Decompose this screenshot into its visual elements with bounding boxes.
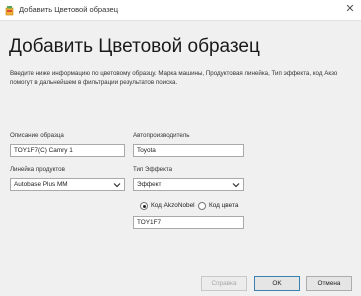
color-code-radio[interactable] (198, 202, 206, 210)
paint-can-icon (5, 6, 14, 16)
cancel-button[interactable]: Отмена (306, 276, 352, 291)
chevron-down-icon (232, 183, 240, 188)
code-input[interactable]: TOY1F7 (133, 216, 244, 229)
manufacturer-label: Автопроизводитель (133, 132, 190, 139)
description-text: Введите ниже информацию по цветовому обр… (10, 70, 338, 86)
sample-description-label: Описание образца (10, 132, 64, 139)
title-bar: Добавить Цветовой образец ✕ (0, 0, 361, 21)
help-button[interactable]: Справка (201, 276, 247, 291)
product-line-dropdown[interactable]: Autobase Plus MM (10, 178, 125, 191)
akzonobel-code-radio[interactable] (140, 202, 148, 210)
manufacturer-input[interactable]: Toyota (133, 144, 244, 157)
close-button[interactable]: ✕ (343, 2, 357, 16)
page-title: Добавить Цветовой образец (9, 36, 260, 57)
effect-type-label: Тип Эффекта (133, 166, 173, 173)
effect-type-dropdown[interactable]: Эффект (133, 178, 244, 191)
akzonobel-code-label: Код AkzoNobel (151, 202, 195, 209)
product-line-value: Autobase Plus MM (14, 181, 68, 188)
chevron-down-icon (113, 183, 121, 188)
window-title: Добавить Цветовой образец (19, 5, 119, 14)
color-code-label: Код цвета (209, 202, 239, 209)
effect-type-value: Эффект (137, 181, 162, 188)
ok-button[interactable]: OK (254, 276, 300, 291)
close-icon: ✕ (345, 3, 355, 15)
sample-description-input[interactable]: TOY1F7(C) Camry 1 (10, 144, 125, 157)
product-line-label: Линейка продуктов (10, 166, 65, 173)
add-color-sample-dialog: Добавить Цветовой образец ✕ Добавить Цве… (0, 0, 361, 296)
